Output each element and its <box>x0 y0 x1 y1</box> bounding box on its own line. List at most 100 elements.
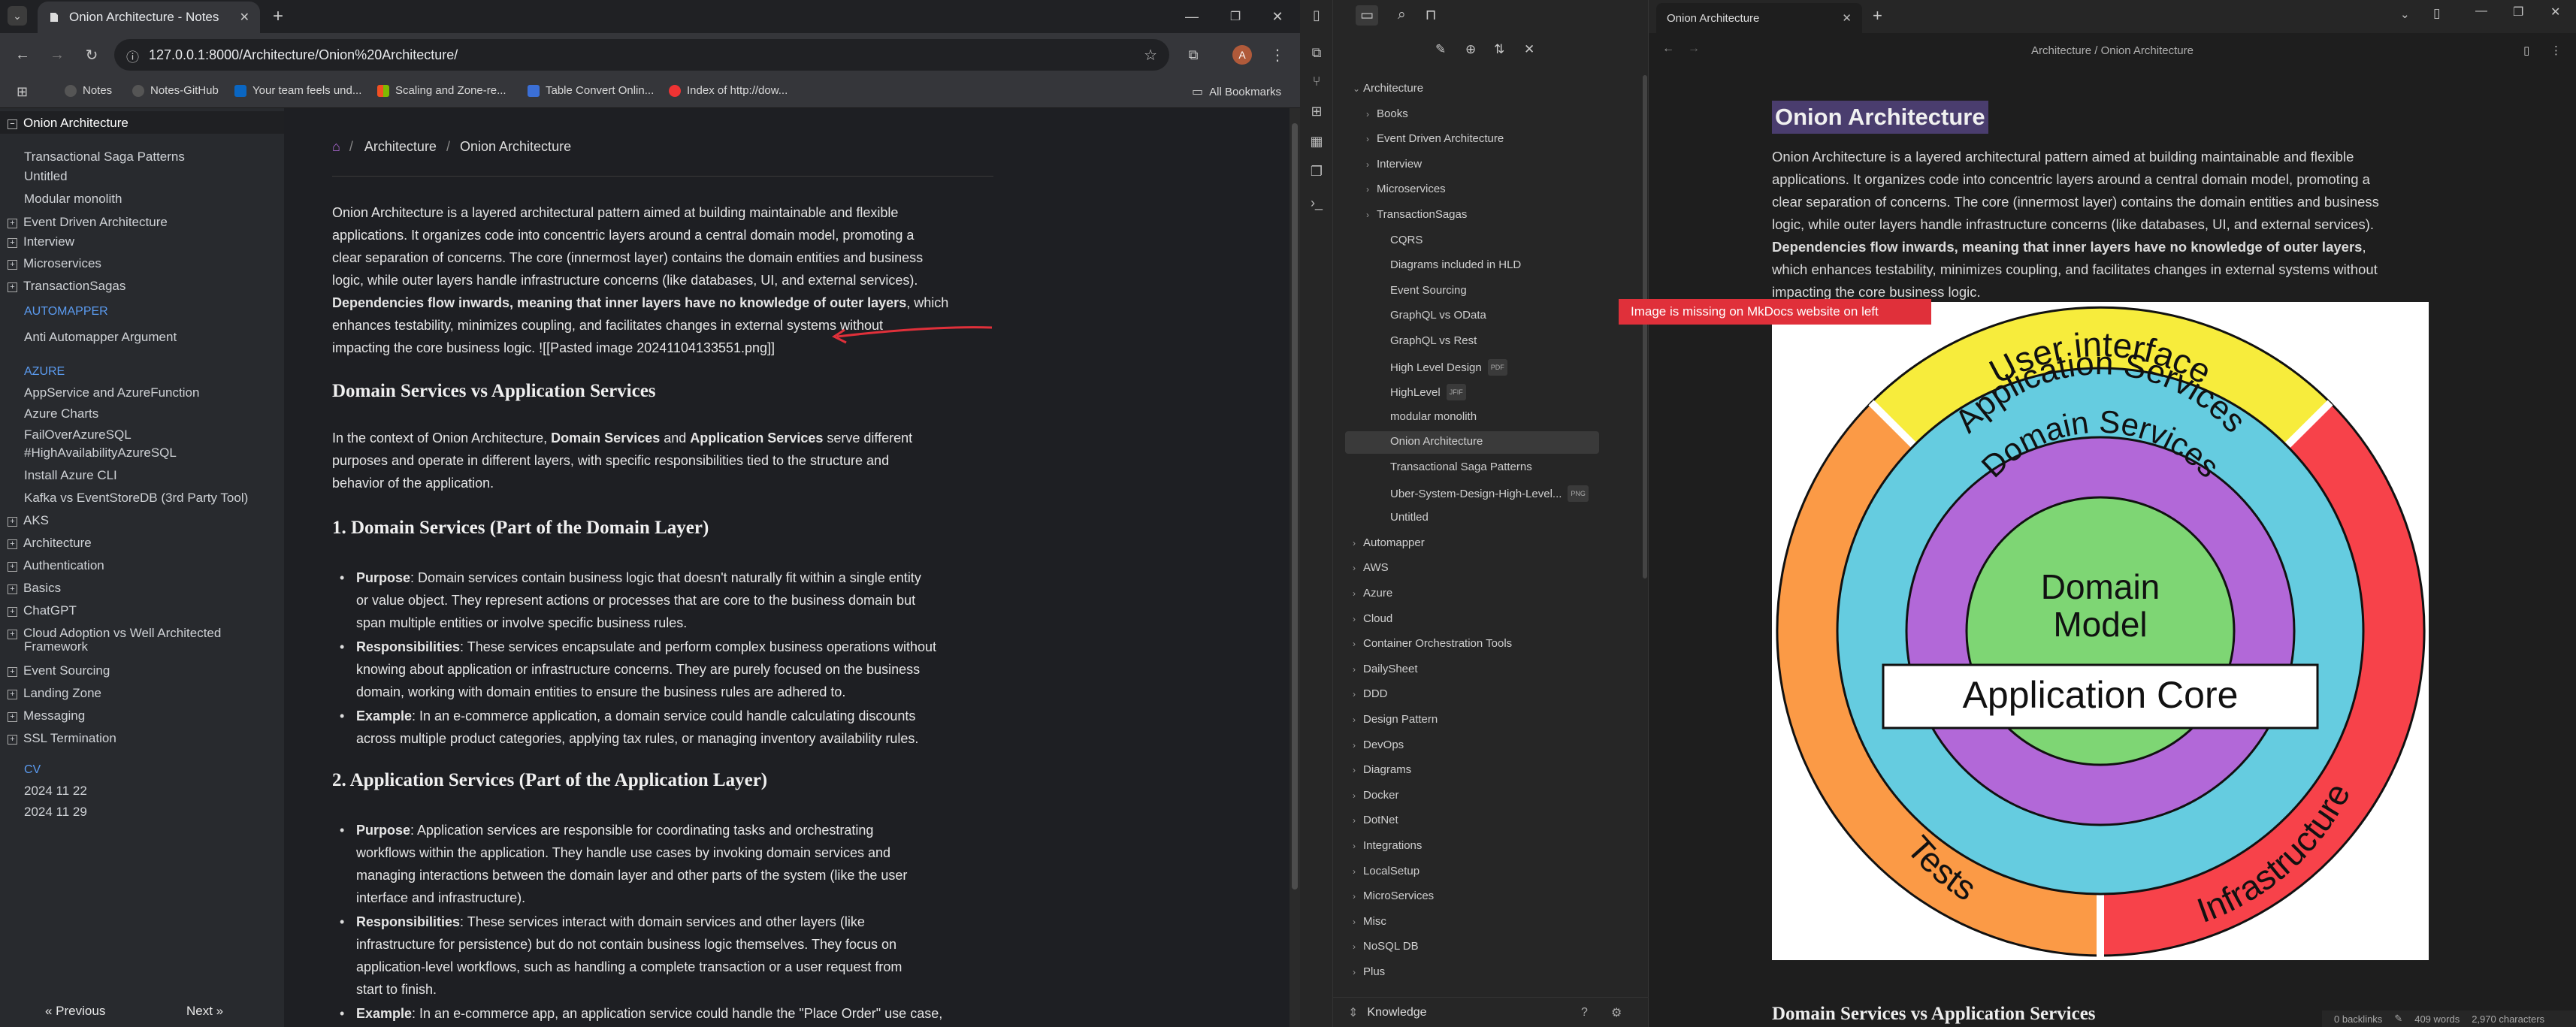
search-icon[interactable]: ⌕ <box>1398 7 1406 23</box>
address-bar[interactable]: ⓘ 127.0.0.1:8000/Architecture/Onion%20Ar… <box>114 39 1169 71</box>
graph-icon[interactable]: ⑂ <box>1306 71 1327 92</box>
nav-folder[interactable]: + Event Sourcing <box>8 663 110 679</box>
folder-icon[interactable]: ▭ <box>1356 5 1378 26</box>
tree-file[interactable]: Diagrams included in HLD <box>1380 258 1521 273</box>
bookmark-notes[interactable]: Notes <box>65 84 112 97</box>
extensions-icon[interactable]: ⧉ <box>1183 44 1204 65</box>
files-icon[interactable]: ⧉ <box>1306 42 1327 63</box>
bookmark-table-convert[interactable]: Table Convert Onlin... <box>528 84 654 97</box>
previous-link[interactable]: « Previous <box>45 1004 105 1019</box>
tree-folder[interactable]: › Design Pattern <box>1353 712 1438 727</box>
tree-folder[interactable]: › Automapper <box>1353 536 1425 551</box>
nav-current-page[interactable]: − Onion Architecture <box>8 115 128 131</box>
close-tab-icon[interactable]: ✕ <box>240 10 249 25</box>
nav-link[interactable]: 2024 11 29 <box>24 804 87 820</box>
tree-folder[interactable]: › Plus <box>1353 965 1385 980</box>
tree-folder[interactable]: › Microservices <box>1366 182 1446 197</box>
help-icon[interactable]: ? <box>1581 1006 1588 1019</box>
tree-folder[interactable]: › Event Driven Architecture <box>1366 131 1504 146</box>
nav-folder[interactable]: + Messaging <box>8 708 85 724</box>
backlinks-count[interactable]: 0 backlinks <box>2334 1013 2382 1025</box>
calendar-icon[interactable]: ▦ <box>1306 131 1327 152</box>
tab-search-icon[interactable]: ⌄ <box>8 6 27 26</box>
tree-folder[interactable]: › Books <box>1366 107 1408 122</box>
scrollbar-thumb[interactable] <box>1292 123 1298 890</box>
nav-link[interactable]: 2024 11 22 <box>24 783 87 799</box>
tree-file[interactable]: CQRS <box>1380 233 1423 248</box>
tree-folder[interactable]: › Container Orchestration Tools <box>1353 636 1512 651</box>
tree-folder[interactable]: › MicroServices <box>1353 889 1434 904</box>
nav-link[interactable]: AppService and AzureFunction <box>24 385 199 401</box>
close-window-icon[interactable]: ✕ <box>2550 5 2560 20</box>
tree-scrollbar[interactable] <box>1643 75 1647 578</box>
more-options-icon[interactable]: ⋮ <box>2550 44 2562 57</box>
crumb-architecture[interactable]: Architecture <box>364 139 437 154</box>
tree-folder[interactable]: › Docker <box>1353 788 1399 803</box>
bookmark-linkedin[interactable]: Your team feels und... <box>234 84 361 97</box>
nav-folder[interactable]: + Landing Zone <box>8 685 101 702</box>
tree-file[interactable]: modular monolith <box>1380 409 1477 424</box>
tree-folder[interactable]: › DDD <box>1353 687 1388 702</box>
tree-file[interactable]: Uber-System-Design-High-Level... PNG <box>1380 485 1589 502</box>
sort-icon[interactable]: ⇅ <box>1494 42 1504 57</box>
minimize-icon[interactable]: — <box>2475 5 2487 18</box>
close-tab-icon[interactable]: ✕ <box>1842 11 1852 25</box>
tree-folder[interactable]: › Interview <box>1366 157 1422 172</box>
new-folder-icon[interactable]: ⊕ <box>1465 42 1476 57</box>
bookmark-star-icon[interactable]: ☆ <box>1144 46 1157 65</box>
tree-file[interactable]: Onion Architecture <box>1380 434 1483 449</box>
tree-folder[interactable]: › DotNet <box>1353 813 1398 828</box>
tree-folder[interactable]: › Azure <box>1353 586 1392 601</box>
right-sidebar-icon[interactable]: ▯ <box>2433 6 2440 21</box>
nav-folder[interactable]: + Microservices <box>8 255 101 272</box>
tree-file[interactable]: GraphQL vs OData <box>1380 308 1486 323</box>
back-icon[interactable]: ← <box>12 44 33 65</box>
bookmark-notes-github[interactable]: Notes-GitHub <box>132 84 219 97</box>
forward-icon[interactable]: → <box>47 44 68 65</box>
tab-list-chevron-icon[interactable]: ⌄ <box>2400 8 2410 21</box>
nav-link[interactable]: #HighAvailabilityAzureSQL <box>24 445 177 461</box>
home-icon[interactable]: ⌂ <box>332 139 340 154</box>
reading-view-icon[interactable]: ▯ <box>2523 44 2529 57</box>
menu-icon[interactable]: ⋮ <box>1270 44 1285 65</box>
tree-folder[interactable]: › Misc <box>1353 914 1386 929</box>
nav-folder[interactable]: + TransactionSagas <box>8 278 125 295</box>
tree-file[interactable]: HighLevel JFIF <box>1380 384 1466 401</box>
nav-folder[interactable]: + Basics <box>8 580 61 597</box>
bookmark-index[interactable]: Index of http://dow... <box>669 84 788 97</box>
tree-folder[interactable]: › Integrations <box>1353 838 1422 853</box>
nav-folder[interactable]: + Interview <box>8 234 74 250</box>
new-tab-icon[interactable]: + <box>268 6 289 27</box>
tree-file[interactable]: High Level Design PDF <box>1380 358 1507 376</box>
tree-file[interactable]: Event Sourcing <box>1380 283 1467 298</box>
minimize-icon[interactable]: — <box>1181 6 1202 27</box>
all-bookmarks[interactable]: ▭ All Bookmarks <box>1192 84 1281 99</box>
nav-folder[interactable]: + Authentication <box>8 557 104 574</box>
bookmark-scaling[interactable]: Scaling and Zone-re... <box>377 84 506 97</box>
nav-link[interactable]: Anti Automapper Argument <box>24 329 177 346</box>
tree-folder[interactable]: › Cloud <box>1353 612 1392 627</box>
vault-switcher[interactable]: ⇕ Knowledge ? ⚙ <box>1333 997 1649 1027</box>
nav-folder[interactable]: + ChatGPT <box>8 603 77 619</box>
bookmark-icon[interactable]: ⊓ <box>1426 7 1437 24</box>
browser-tab[interactable]: Onion Architecture - Notes ✕ <box>38 2 260 33</box>
nav-folder[interactable]: + Architecture <box>8 535 92 551</box>
nav-link[interactable]: Transactional Saga Patterns <box>24 149 185 165</box>
command-palette-icon[interactable]: ›_ <box>1306 192 1327 213</box>
new-note-icon[interactable]: ✎ <box>1435 42 1446 57</box>
apps-grid-icon[interactable]: ⊞ <box>17 84 28 100</box>
templates-icon[interactable]: ❐ <box>1306 161 1327 182</box>
edit-icon[interactable]: ✎ <box>2394 1013 2402 1025</box>
nav-link[interactable]: FailOverAzureSQL <box>24 427 132 443</box>
nav-folder[interactable]: + Event Driven Architecture <box>8 214 168 231</box>
tree-folder[interactable]: › DevOps <box>1353 738 1404 753</box>
site-info-icon[interactable]: ⓘ <box>126 47 139 65</box>
close-window-icon[interactable]: ✕ <box>1267 6 1288 27</box>
tree-file[interactable]: Untitled <box>1380 510 1429 525</box>
new-tab-icon[interactable]: + <box>1873 6 1882 26</box>
nav-link[interactable]: Install Azure CLI <box>24 467 117 484</box>
tree-folder[interactable]: › Diagrams <box>1353 763 1411 778</box>
nav-link[interactable]: Framework <box>24 639 88 655</box>
settings-gear-icon[interactable]: ⚙ <box>1611 1005 1622 1020</box>
tree-file[interactable]: GraphQL vs Rest <box>1380 334 1477 349</box>
